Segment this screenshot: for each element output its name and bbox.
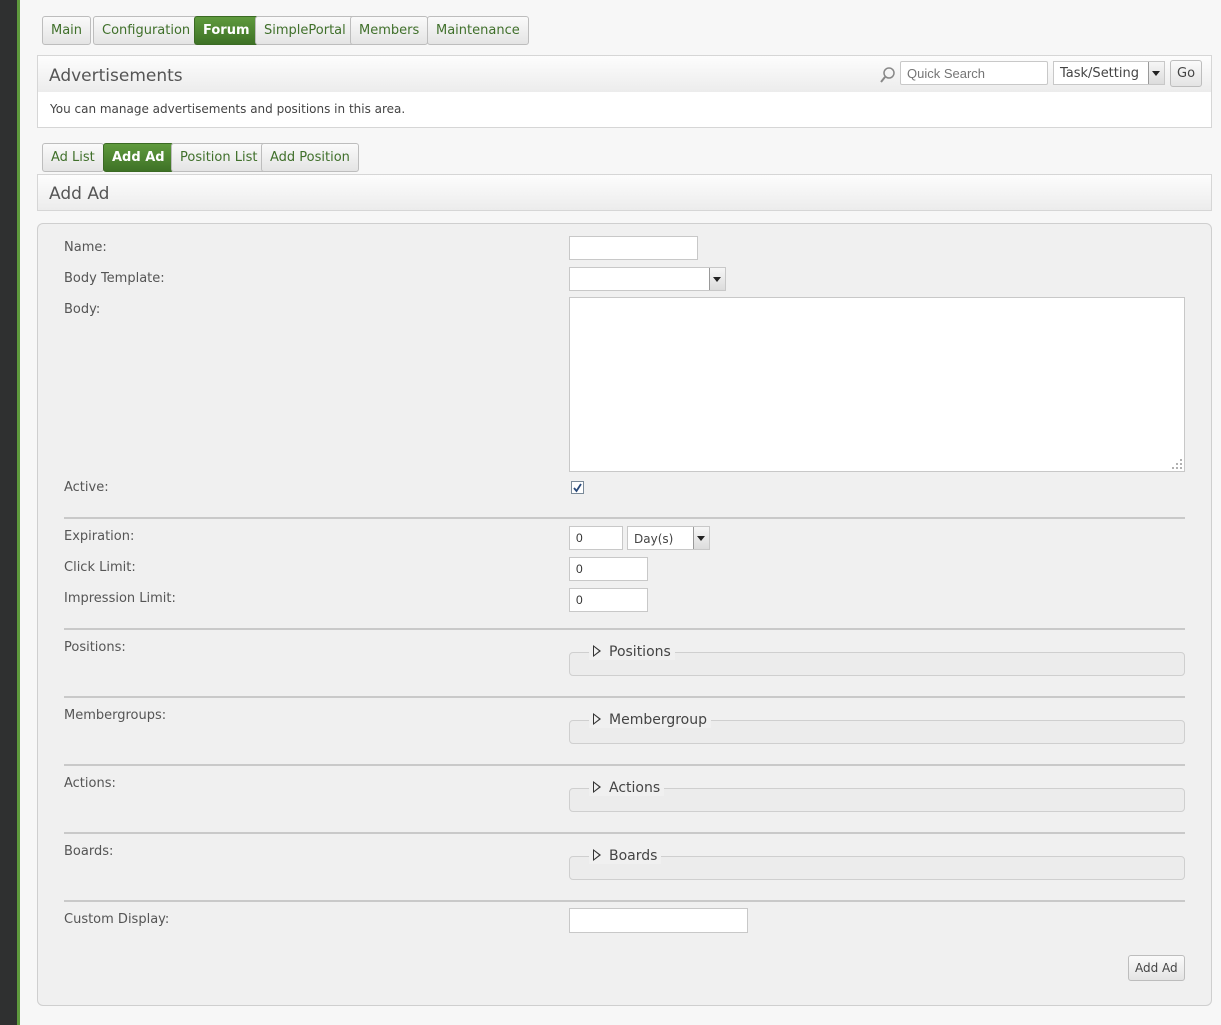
search-scope-select[interactable]: Task/Setting xyxy=(1053,61,1165,85)
section-title: Add Ad xyxy=(49,184,110,204)
actions-toggle[interactable]: Actions xyxy=(589,780,665,796)
membergroups-toggle[interactable]: Membergroup xyxy=(589,712,711,728)
chevron-down-icon xyxy=(709,268,725,290)
description-box: You can manage advertisements and positi… xyxy=(37,92,1212,128)
chevron-down-icon xyxy=(693,527,709,549)
page-title: Advertisements xyxy=(49,66,183,86)
body-template-select[interactable] xyxy=(569,267,726,291)
separator xyxy=(64,628,1185,630)
impression-limit-label: Impression Limit: xyxy=(64,591,176,606)
expand-triangle-icon xyxy=(593,713,601,725)
expand-triangle-icon xyxy=(593,645,601,657)
separator xyxy=(64,764,1185,766)
active-checkbox[interactable] xyxy=(571,481,584,494)
membergroups-legend: Membergroup xyxy=(609,712,707,728)
tab-members[interactable]: Members xyxy=(350,16,429,45)
name-label: Name: xyxy=(64,240,107,255)
separator xyxy=(64,517,1185,519)
custom-display-label: Custom Display: xyxy=(64,912,170,927)
active-label: Active: xyxy=(64,480,109,495)
actions-label: Actions: xyxy=(64,776,116,791)
boards-label: Boards: xyxy=(64,844,114,859)
click-limit-input[interactable] xyxy=(569,557,648,581)
impression-limit-input[interactable] xyxy=(569,588,648,612)
name-input[interactable] xyxy=(569,236,698,260)
section-header: Add Ad xyxy=(37,174,1212,211)
expand-triangle-icon xyxy=(593,849,601,861)
magnifier-icon xyxy=(880,67,895,83)
body-textarea[interactable] xyxy=(569,297,1185,472)
tab-simpleportal[interactable]: SimplePortal xyxy=(255,16,355,45)
custom-display-input[interactable] xyxy=(569,908,748,933)
tab-configuration[interactable]: Configuration xyxy=(93,16,200,45)
body-template-label: Body Template: xyxy=(64,271,165,286)
expiration-unit-select[interactable]: Day(s) xyxy=(627,526,710,550)
positions-toggle[interactable]: Positions xyxy=(589,644,675,660)
left-sidebar-strip xyxy=(0,0,20,1025)
expiration-unit-value: Day(s) xyxy=(634,532,674,546)
separator xyxy=(64,900,1185,902)
tab-position-list[interactable]: Position List xyxy=(171,143,267,172)
resize-grip-icon[interactable] xyxy=(1171,458,1183,470)
expiration-input[interactable] xyxy=(569,526,623,550)
tab-add-position[interactable]: Add Position xyxy=(261,143,359,172)
body-label: Body: xyxy=(64,302,101,317)
positions-label: Positions: xyxy=(64,640,126,655)
checkmark-icon xyxy=(573,483,582,493)
membergroups-label: Membergroups: xyxy=(64,708,167,723)
expiration-label: Expiration: xyxy=(64,529,135,544)
tab-main[interactable]: Main xyxy=(42,16,92,45)
boards-legend: Boards xyxy=(609,848,658,864)
click-limit-label: Click Limit: xyxy=(64,560,136,575)
page-description: You can manage advertisements and positi… xyxy=(50,102,406,116)
tab-maintenance[interactable]: Maintenance xyxy=(427,16,529,45)
expand-triangle-icon xyxy=(593,781,601,793)
positions-legend: Positions xyxy=(609,644,671,660)
quick-search-input[interactable] xyxy=(900,61,1048,85)
tab-add-ad[interactable]: Add Ad xyxy=(103,143,174,172)
tab-ad-list[interactable]: Ad List xyxy=(42,143,104,172)
boards-toggle[interactable]: Boards xyxy=(589,848,662,864)
tab-forum[interactable]: Forum xyxy=(194,16,259,45)
separator xyxy=(64,832,1185,834)
actions-legend: Actions xyxy=(609,780,661,796)
separator xyxy=(64,696,1185,698)
chevron-down-icon xyxy=(1148,62,1164,84)
go-button[interactable]: Go xyxy=(1170,60,1203,87)
add-ad-submit-button[interactable]: Add Ad xyxy=(1128,955,1185,981)
search-scope-value: Task/Setting xyxy=(1060,66,1139,81)
